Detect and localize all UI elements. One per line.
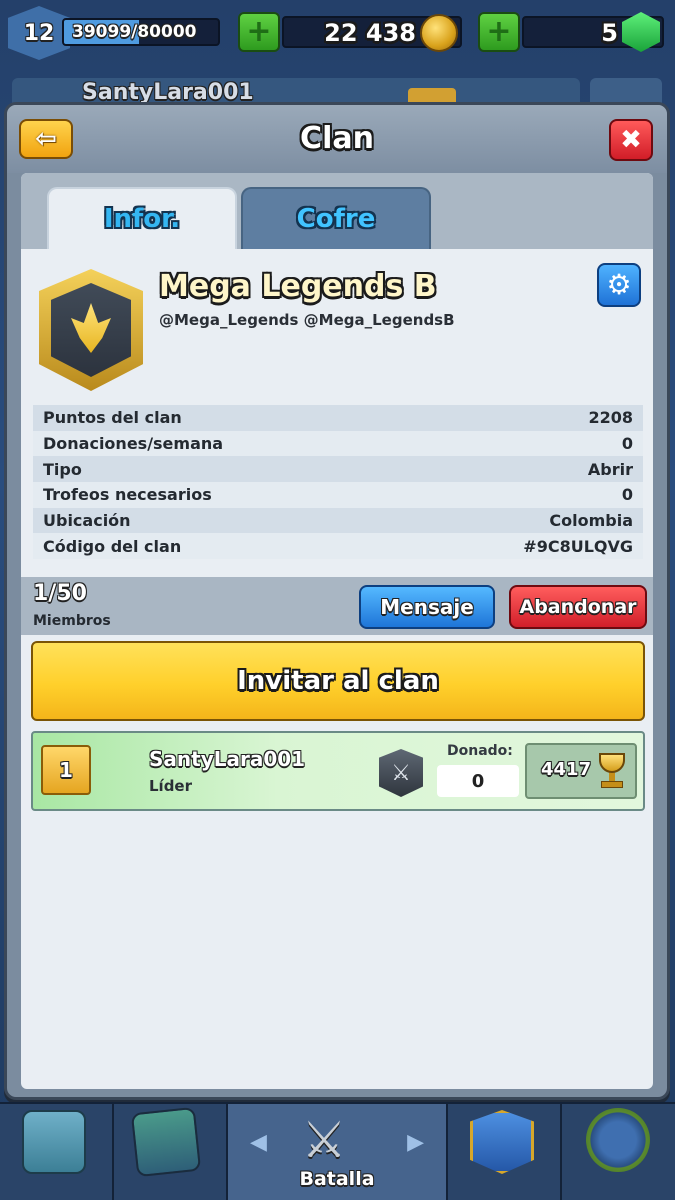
stat-value: Abrir (587, 459, 633, 479)
message-button-label: Mensaje (380, 595, 474, 619)
nav-shop[interactable] (0, 1104, 114, 1200)
stat-label: Donaciones/semana (43, 434, 224, 454)
panel-header: ⇦ Clan ✖ (7, 105, 667, 173)
donated-count-box: 0 (437, 765, 519, 797)
member-role: Líder (149, 777, 193, 795)
stat-row: Trofeos necesarios 0 (33, 482, 643, 508)
clan-description: @Mega_Legends @Mega_LegendsB (159, 311, 455, 329)
tab-chest[interactable]: Cofre (241, 187, 431, 249)
chest-icon (22, 1110, 86, 1174)
invite-button-label: Invitar al clan (237, 666, 439, 696)
clan-badge-inner (51, 283, 131, 377)
stat-value: 0 (621, 434, 633, 454)
message-button[interactable]: Mensaje (359, 585, 495, 629)
clan-social-icon (470, 1110, 534, 1174)
clan-badge-icon (39, 269, 143, 391)
member-rank-badge: 1 (41, 745, 91, 795)
leave-clan-button-label: Abandonar (519, 596, 637, 618)
nav-battle[interactable]: ◀ ⚔ ▶ Batalla (228, 1104, 448, 1200)
donated-label: Donado: (447, 743, 513, 759)
arrow-right-icon[interactable]: ▶ (407, 1130, 424, 1155)
stat-label: Tipo (43, 459, 82, 479)
level-number: 12 (23, 20, 55, 46)
plus-icon: + (486, 14, 512, 49)
stat-row: Tipo Abrir (33, 456, 643, 483)
gold-amount: 22 438 (324, 19, 416, 47)
stat-label: Puntos del clan (43, 408, 182, 428)
stat-label: Ubicación (43, 511, 131, 531)
arrow-left-icon[interactable]: ◀ (250, 1130, 267, 1155)
stat-value: #9C8ULQVG (523, 536, 633, 556)
top-hud: 12 39099/80000 + 22 438 + 5 (0, 0, 675, 70)
crossed-swords-league-icon: ⚔ (379, 749, 423, 797)
tab-chest-label: Cofre (296, 204, 376, 234)
stat-row: Puntos del clan 2208 (33, 405, 643, 431)
gold-counter: 22 438 (282, 14, 462, 52)
stat-value: 0 (621, 485, 633, 505)
close-button[interactable]: ✖ (609, 119, 653, 161)
clan-settings-button[interactable]: ⚙ (597, 263, 641, 307)
experience-text: 39099/80000 (72, 22, 197, 42)
members-bar: 1/50 Miembros Mensaje Abandonar (21, 577, 653, 635)
trophy-cup (599, 753, 625, 773)
members-label: Miembros (33, 613, 111, 629)
clan-panel: ⇦ Clan ✖ Infor. Cofre Mega Legends B @Me… (4, 102, 670, 1100)
gem-amount: 5 (601, 19, 618, 47)
nav-social[interactable] (448, 1104, 562, 1200)
nav-cards[interactable] (114, 1104, 228, 1200)
battle-glyph: ⚔ (301, 1111, 347, 1169)
clan-stats-table: Puntos del clan 2208 Donaciones/semana 0… (33, 405, 643, 560)
plus-icon: + (246, 14, 272, 49)
trophy-icon (595, 753, 629, 789)
member-trophies: 4417 (525, 743, 637, 799)
swords-glyph: ⚔ (391, 760, 411, 786)
stat-row: Donaciones/semana 0 (33, 430, 643, 457)
stat-value: Colombia (549, 511, 633, 531)
trophy-base (601, 781, 623, 788)
bottom-navigation: ◀ ⚔ ▶ Batalla (0, 1102, 675, 1200)
panel-content: Infor. Cofre Mega Legends B @Mega_Legend… (21, 173, 653, 1089)
gem-counter: 5 (522, 12, 664, 52)
member-rank: 1 (59, 758, 73, 782)
stat-label: Código del clan (43, 536, 182, 556)
members-count: 1/50 (33, 581, 87, 606)
panel-title: Clan (300, 121, 374, 156)
trophy-stem (609, 773, 615, 781)
tab-info-label: Infor. (103, 204, 181, 234)
close-icon: ✖ (620, 125, 642, 155)
member-list-item[interactable]: 1 SantyLara001 Líder ⚔ Donado: 0 4417 (31, 731, 645, 811)
tv-royale-icon (586, 1108, 650, 1172)
gear-icon: ⚙ (606, 268, 632, 301)
stat-row: Código del clan #9C8ULQVG (33, 533, 643, 560)
tab-info[interactable]: Infor. (47, 187, 237, 249)
stat-row: Ubicación Colombia (33, 507, 643, 534)
cards-icon (130, 1106, 202, 1178)
tab-bar: Infor. Cofre (21, 173, 653, 249)
member-name: SantyLara001 (149, 747, 306, 771)
clan-badge-star (71, 303, 111, 353)
crossed-swords-icon: ⚔ (292, 1108, 356, 1172)
stat-label: Trofeos necesarios (43, 485, 212, 505)
level-badge[interactable]: 12 (8, 6, 70, 60)
trophy-count: 4417 (541, 759, 592, 780)
leave-clan-button[interactable]: Abandonar (509, 585, 647, 629)
buy-gems-button[interactable]: + (478, 12, 520, 52)
nav-tv[interactable] (562, 1104, 675, 1200)
invite-to-clan-button[interactable]: Invitar al clan (31, 641, 645, 721)
nav-battle-label: Batalla (299, 1168, 375, 1190)
experience-bar: 39099/80000 (62, 18, 220, 46)
stat-value: 2208 (588, 408, 633, 428)
buy-gold-button[interactable]: + (238, 12, 280, 52)
clan-name: Mega Legends B (159, 269, 437, 304)
coin-icon (420, 14, 458, 52)
gem-icon (622, 12, 660, 52)
donated-count: 0 (471, 770, 485, 792)
